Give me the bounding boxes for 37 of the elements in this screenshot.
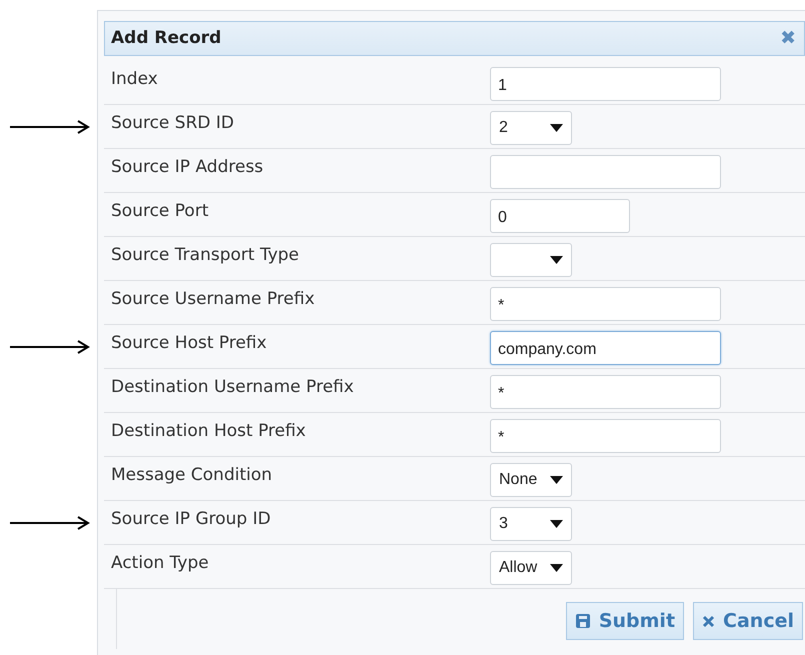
caret-icon [550,124,563,132]
text-field[interactable]: * [490,375,721,409]
field-label: Source IP Group ID [110,508,272,531]
text-field[interactable]: company.com [490,331,721,365]
dropdown[interactable] [490,243,572,277]
caret-icon [550,256,563,264]
caret-icon [550,476,563,484]
text-field[interactable] [490,155,721,189]
field-label: Action Type [110,552,210,575]
text-field[interactable]: 0 [490,199,630,233]
field-label: Source IP Address [110,156,264,179]
dropdown[interactable]: None [490,463,572,497]
save-icon [574,613,591,629]
arrow-icon [10,515,90,531]
field-label: Source SRD ID [110,112,235,135]
caret-icon [550,520,563,528]
close-icon [702,614,716,628]
field-label: Destination Host Prefix [110,420,307,443]
dialog-title: Add Record [111,26,222,50]
field-label: Source Port [110,200,210,223]
dropdown[interactable]: 2 [490,111,572,145]
field-label: Source Host Prefix [110,332,268,355]
arrow-icon [10,339,90,355]
caret-icon [550,564,563,572]
field-label: Source Username Prefix [110,288,316,311]
dropdown[interactable]: Allow [490,551,572,585]
field-label: Index [110,68,159,91]
field-label: Source Transport Type [110,244,300,267]
submit-button[interactable]: Submit [566,602,684,640]
text-field[interactable]: 1 [490,67,721,101]
cancel-button[interactable]: Cancel [693,602,803,640]
field-label: Destination Username Prefix [110,376,355,399]
text-field[interactable]: * [490,287,721,321]
dropdown[interactable]: 3 [490,507,572,541]
text-field[interactable]: * [490,419,721,453]
field-label: Message Condition [110,464,274,487]
arrow-icon [10,119,90,135]
